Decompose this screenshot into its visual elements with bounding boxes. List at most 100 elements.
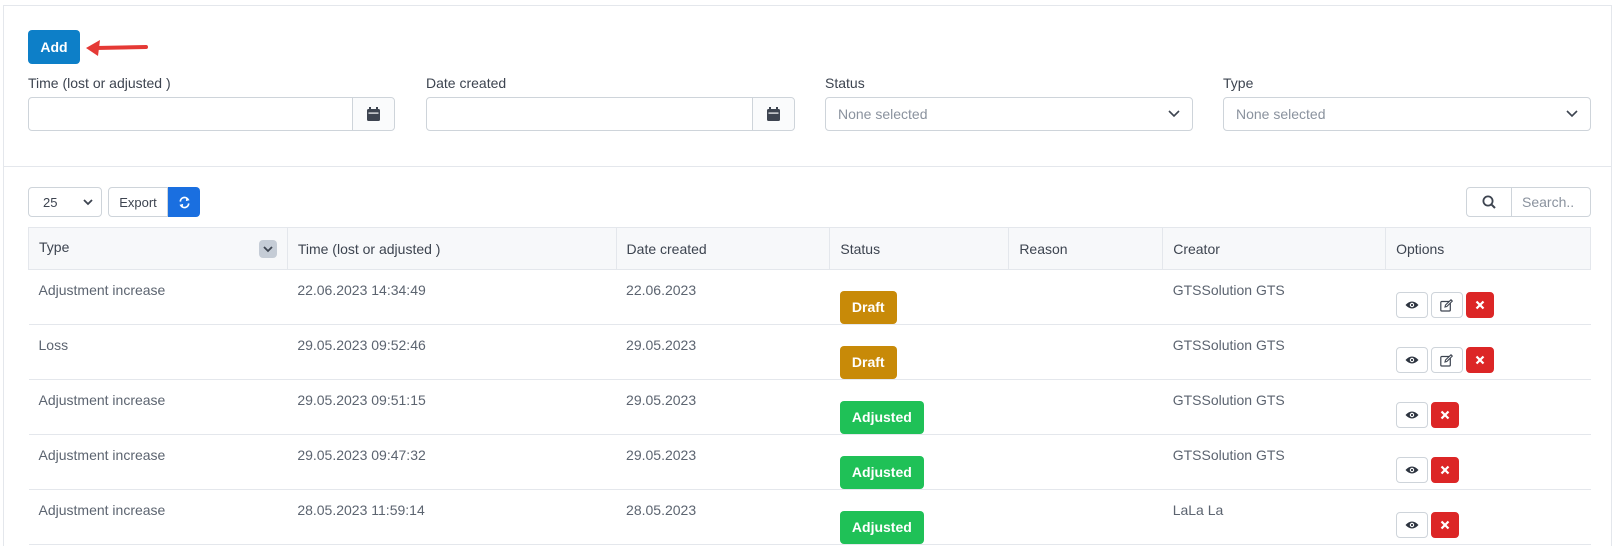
close-icon (1440, 520, 1449, 530)
cell-type: Adjustment increase (28, 269, 288, 325)
time-filter-input-group (28, 97, 395, 131)
status-filter-label: Status (825, 75, 865, 91)
delete-button[interactable] (1430, 402, 1459, 428)
annotation-arrow-icon (86, 40, 148, 56)
table-row: Loss 29.05.2023 09:52:46 29.05.2023 Draf… (28, 324, 1591, 380)
status-badge: Adjusted (839, 401, 924, 434)
cell-time: 22.06.2023 14:34:49 (287, 269, 617, 325)
cell-status: Draft (829, 269, 1009, 325)
section-divider (4, 166, 1612, 167)
delete-button[interactable] (1430, 457, 1459, 483)
column-header-date-created[interactable]: Date created (615, 227, 831, 270)
column-header-status[interactable]: Status (829, 227, 1010, 270)
eye-icon (1405, 466, 1419, 474)
column-header-type[interactable]: Type (28, 227, 288, 270)
status-badge: Adjusted (839, 456, 924, 489)
cell-options (1385, 489, 1591, 545)
cell-time: 28.05.2023 11:59:14 (287, 489, 617, 545)
eye-icon (1405, 301, 1419, 309)
search-button[interactable] (1466, 187, 1512, 217)
edit-button[interactable] (1430, 347, 1463, 373)
cell-status: Adjusted (829, 489, 1009, 545)
search-icon (1482, 195, 1496, 209)
cell-status: Adjusted (829, 379, 1009, 435)
edit-icon (1440, 298, 1454, 312)
refresh-button[interactable] (168, 187, 200, 217)
cell-creator: GTSSolution GTS (1162, 269, 1386, 325)
type-filter-label: Type (1223, 75, 1254, 91)
view-button[interactable] (1395, 292, 1428, 318)
cell-creator: GTSSolution GTS (1162, 324, 1386, 380)
status-badge: Adjusted (839, 511, 924, 544)
cell-date: 29.05.2023 (616, 379, 830, 435)
delete-button[interactable] (1465, 347, 1494, 373)
column-header-creator[interactable]: Creator (1162, 227, 1387, 270)
delete-button[interactable] (1430, 512, 1459, 538)
eye-icon (1405, 521, 1419, 529)
view-button[interactable] (1395, 347, 1428, 373)
search-input[interactable]: Search.. (1512, 187, 1591, 217)
close-icon (1440, 465, 1449, 475)
cell-creator: GTSSolution GTS (1162, 379, 1386, 435)
close-icon (1440, 410, 1449, 420)
table-search: Search.. (1466, 187, 1591, 217)
refresh-icon (178, 196, 190, 208)
cell-type: Loss (28, 324, 288, 380)
calendar-icon[interactable] (352, 98, 394, 130)
column-header-options: Options (1385, 227, 1591, 270)
status-filter-value: None selected (838, 106, 928, 122)
edit-button[interactable] (1430, 292, 1463, 318)
cell-type: Adjustment increase (28, 434, 288, 490)
type-filter-value: None selected (1236, 106, 1326, 122)
cell-reason (1008, 434, 1163, 490)
table-header-row: Type Time (lost or adjusted ) Date creat… (28, 227, 1591, 270)
chevron-down-icon (1168, 110, 1180, 118)
status-badge: Draft (839, 291, 897, 324)
adjustments-table: Type Time (lost or adjusted ) Date creat… (28, 227, 1591, 545)
cell-options (1385, 434, 1591, 490)
cell-status: Adjusted (829, 434, 1009, 490)
view-button[interactable] (1395, 512, 1428, 538)
column-header-time[interactable]: Time (lost or adjusted ) (286, 227, 617, 270)
chevron-down-icon (83, 198, 93, 205)
edit-icon (1440, 353, 1454, 367)
calendar-icon[interactable] (752, 98, 794, 130)
page-size-select[interactable]: 25 (28, 187, 102, 217)
sort-chevron-icon[interactable] (258, 240, 277, 258)
cell-reason (1008, 269, 1163, 325)
cell-options (1385, 269, 1591, 325)
cell-reason (1008, 324, 1163, 380)
cell-status: Draft (829, 324, 1009, 380)
cell-date: 29.05.2023 (616, 434, 830, 490)
close-icon (1475, 300, 1484, 310)
status-filter-select[interactable]: None selected (825, 97, 1193, 131)
page-size-value: 25 (43, 194, 58, 210)
close-icon (1475, 355, 1484, 365)
export-button[interactable]: Export (108, 187, 168, 217)
cell-type: Adjustment increase (28, 379, 288, 435)
column-header-reason[interactable]: Reason (1008, 227, 1164, 270)
cell-time: 29.05.2023 09:52:46 (287, 324, 617, 380)
date-filter-label: Date created (426, 75, 507, 91)
date-filter-input-group (426, 97, 795, 131)
add-button[interactable]: Add (28, 30, 80, 64)
date-filter-input[interactable] (427, 98, 752, 130)
cell-time: 29.05.2023 09:47:32 (287, 434, 617, 490)
cell-date: 22.06.2023 (616, 269, 830, 325)
table-row: Adjustment increase 22.06.2023 14:34:49 … (28, 269, 1591, 325)
eye-icon (1405, 411, 1419, 419)
cell-creator: LaLa La (1162, 489, 1386, 545)
table-row: Adjustment increase 29.05.2023 09:47:32 … (28, 434, 1591, 490)
time-filter-label: Time (lost or adjusted ) (28, 75, 171, 91)
cell-options (1385, 379, 1591, 435)
cell-options (1385, 324, 1591, 380)
delete-button[interactable] (1465, 292, 1494, 318)
cell-date: 28.05.2023 (616, 489, 830, 545)
cell-time: 29.05.2023 09:51:15 (287, 379, 617, 435)
type-filter-select[interactable]: None selected (1223, 97, 1591, 131)
view-button[interactable] (1395, 457, 1428, 483)
view-button[interactable] (1395, 402, 1428, 428)
cell-reason (1008, 379, 1163, 435)
time-filter-input[interactable] (29, 98, 352, 130)
cell-reason (1008, 489, 1163, 545)
